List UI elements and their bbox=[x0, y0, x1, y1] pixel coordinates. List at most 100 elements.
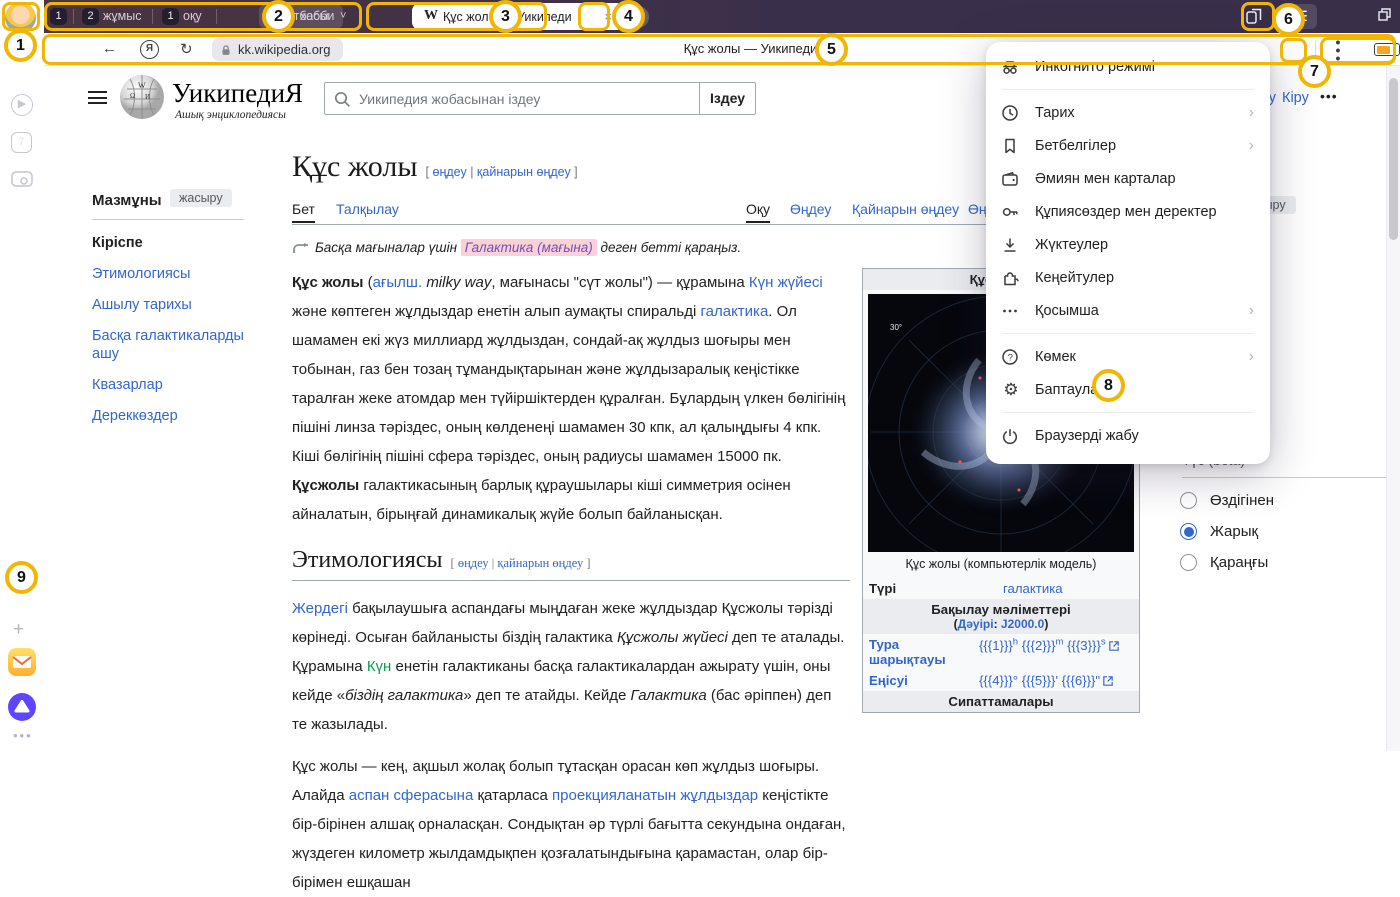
browser-menu: Инкогнито режимі Тарих› Бетбелгілер› Әми… bbox=[986, 42, 1270, 464]
tab-group-count: 1 bbox=[265, 8, 282, 25]
title-edit-links[interactable]: [ өңдеу | қайнарын өңдеу ] bbox=[426, 165, 578, 179]
toc-item[interactable]: Кіріспе bbox=[92, 234, 282, 252]
toc-item[interactable]: Квазарлар bbox=[92, 376, 282, 394]
tab-talk[interactable]: Талқылау bbox=[336, 201, 399, 217]
menu-item-extensions[interactable]: Кеңейтулер bbox=[986, 261, 1270, 294]
menu-item-history[interactable]: Тарих› bbox=[986, 96, 1270, 129]
ra-value[interactable]: {{{1}}}h {{{2}}}m {{{3}}}s bbox=[979, 638, 1106, 653]
dec-value[interactable]: {{{4}}}° {{{5}}}' {{{6}}}" bbox=[979, 673, 1100, 688]
radio-option[interactable]: Қараңғы bbox=[1158, 554, 1388, 572]
paragraph-2: Жердегі бақылаушыға аспандағы мыңдаған ж… bbox=[292, 594, 850, 739]
profile-avatar[interactable] bbox=[5, 2, 36, 33]
toc-item[interactable]: Дереккөздер bbox=[92, 407, 282, 425]
yandex-mail-icon[interactable] bbox=[8, 648, 36, 676]
back-icon[interactable]: ← bbox=[102, 40, 117, 57]
toc-item[interactable]: Этимологиясы bbox=[92, 265, 282, 283]
tab-read[interactable]: Оқу bbox=[746, 201, 770, 223]
tab-group-count[interactable]: 2 bbox=[82, 8, 99, 25]
external-link-icon[interactable] bbox=[1109, 641, 1119, 651]
redirect-icon bbox=[292, 243, 309, 255]
svg-text:30°: 30° bbox=[890, 323, 902, 332]
tab-group-label[interactable]: оқу bbox=[183, 9, 202, 23]
tab-group-label[interactable]: жұмыс bbox=[103, 9, 141, 23]
epoch-line[interactable]: (Дәуірі: J2000.0) bbox=[867, 617, 1135, 631]
menu-item-more[interactable]: Қосымша› bbox=[986, 294, 1270, 327]
screenshot-icon[interactable] bbox=[11, 169, 33, 189]
group-separator bbox=[152, 9, 153, 24]
menu-item-settings[interactable]: ⚙ Баптаулар bbox=[986, 373, 1270, 406]
wallet-icon bbox=[1000, 169, 1022, 189]
tab-counter-badge[interactable]: 7 bbox=[11, 132, 32, 153]
key-icon bbox=[1000, 202, 1022, 222]
tab-title: Құс жолы — Уикипедия bbox=[443, 10, 571, 24]
radio-icon[interactable] bbox=[1180, 492, 1197, 509]
yandex-home-icon[interactable]: Я bbox=[140, 40, 159, 59]
wikipedia-globe-logo[interactable]: W Ω И bbox=[118, 73, 166, 121]
infobox-label-link[interactable]: Еңісуі bbox=[869, 673, 965, 688]
new-tab-button[interactable]: + bbox=[627, 6, 649, 28]
wiki-more-icon[interactable]: ••• bbox=[1320, 88, 1338, 104]
infobox-row-dec: Еңісуі {{{4}}}° {{{5}}}' {{{6}}}" bbox=[863, 670, 1139, 691]
menu-item-wallet[interactable]: Әмиян мен карталар bbox=[986, 162, 1270, 195]
radio-icon-selected[interactable] bbox=[1180, 523, 1197, 540]
toolbar-separator bbox=[1315, 41, 1316, 58]
hatnote-text[interactable]: Басқа мағыналар үшін Галактика (мағына) … bbox=[315, 239, 741, 256]
address-bar-page-title[interactable]: Құс жолы — Уикипедия bbox=[524, 41, 984, 56]
menu-item-downloads[interactable]: Жүктеулер bbox=[986, 228, 1270, 261]
browser-menu-button[interactable]: ☰ bbox=[1287, 4, 1317, 29]
menu-item-help[interactable]: ? Көмек› bbox=[986, 340, 1270, 373]
reload-icon[interactable]: ↻ bbox=[180, 40, 193, 58]
toc-item[interactable]: Басқа галактикаларды ашу bbox=[92, 327, 262, 363]
page-scrollbar[interactable] bbox=[1386, 66, 1400, 751]
tab-close-icon[interactable]: × bbox=[604, 9, 612, 24]
search-icon bbox=[333, 90, 351, 108]
wiki-wordmark[interactable]: УикипедиЯ bbox=[172, 78, 303, 109]
lock-icon bbox=[219, 43, 233, 57]
battery-saver-icon[interactable] bbox=[1374, 43, 1400, 56]
section-edit-links[interactable]: [ өңдеу | қайнарын өңдеу ] bbox=[451, 556, 591, 570]
tab-group-count[interactable]: 1 bbox=[50, 8, 67, 25]
wiki-menu-icon[interactable] bbox=[88, 91, 107, 104]
gear-icon: ⚙ bbox=[1000, 380, 1022, 400]
infobox-label-link[interactable]: Тура шарықтауы bbox=[869, 637, 965, 667]
radio-icon[interactable] bbox=[1180, 554, 1197, 571]
browser-sidebar: ▶ 7 + ••• bbox=[0, 0, 44, 751]
extensions-more-icon[interactable]: ••• bbox=[1332, 38, 1344, 62]
toc-hide-button[interactable]: жасыру bbox=[170, 189, 232, 207]
sidebar-add-icon[interactable]: + bbox=[13, 619, 24, 641]
active-tab[interactable]: W Құс жолы — Уикипедия × bbox=[412, 3, 624, 30]
sidebar-divider bbox=[12, 686, 32, 687]
toc-item[interactable]: Ашылу тарихы bbox=[92, 296, 282, 314]
menu-item-incognito[interactable]: Инкогнито режимі bbox=[986, 50, 1270, 83]
tab-page[interactable]: Бет bbox=[292, 201, 315, 223]
side-panel-icon[interactable] bbox=[1244, 6, 1264, 26]
radio-option[interactable]: Жарық bbox=[1158, 523, 1388, 541]
tab-edit[interactable]: Өңдеу bbox=[790, 201, 831, 217]
search-button[interactable]: Іздеу bbox=[699, 83, 755, 114]
restore-window-icon[interactable] bbox=[1376, 6, 1393, 23]
sidebar-more-icon[interactable]: ••• bbox=[13, 728, 33, 743]
menu-item-close-browser[interactable]: Браузерді жабу bbox=[986, 419, 1270, 452]
wiki-tagline: Ашық энциклопедиясы bbox=[175, 109, 286, 121]
wiki-search-box[interactable]: Уикипедия жобасынан іздеу Іздеу bbox=[324, 82, 756, 115]
svg-text:И: И bbox=[145, 93, 150, 101]
infobox-label: Түрі bbox=[869, 581, 965, 596]
menu-item-bookmarks[interactable]: Бетбелгілер› bbox=[986, 129, 1270, 162]
tab-group-label[interactable]: хобби bbox=[300, 9, 334, 23]
menu-item-passwords[interactable]: Құпиясөздер мен деректер bbox=[986, 195, 1270, 228]
video-player-icon[interactable]: ▶ bbox=[11, 94, 33, 116]
chevron-down-icon[interactable]: ˅ bbox=[340, 10, 346, 22]
wikipedia-favicon: W bbox=[424, 8, 438, 24]
url-field[interactable]: kk.wikipedia.org bbox=[212, 38, 343, 61]
tab-edit-source[interactable]: Қайнарын өңдеу bbox=[852, 201, 959, 217]
external-link-icon[interactable] bbox=[1103, 676, 1113, 686]
infobox-value-link[interactable]: галактика bbox=[965, 581, 1133, 596]
scrollbar-thumb[interactable] bbox=[1389, 78, 1398, 240]
radio-option[interactable]: Өздігінен bbox=[1158, 492, 1388, 510]
login-link[interactable]: Кіру bbox=[1282, 90, 1309, 106]
group-separator bbox=[216, 9, 217, 24]
chevron-right-icon: › bbox=[1249, 348, 1254, 366]
tab-group-count[interactable]: 1 bbox=[162, 8, 179, 25]
alice-assistant-icon[interactable] bbox=[8, 693, 36, 721]
article: Құс жолы[ өңдеу | қайнарын өңдеу ] Бет Т… bbox=[292, 150, 850, 897]
